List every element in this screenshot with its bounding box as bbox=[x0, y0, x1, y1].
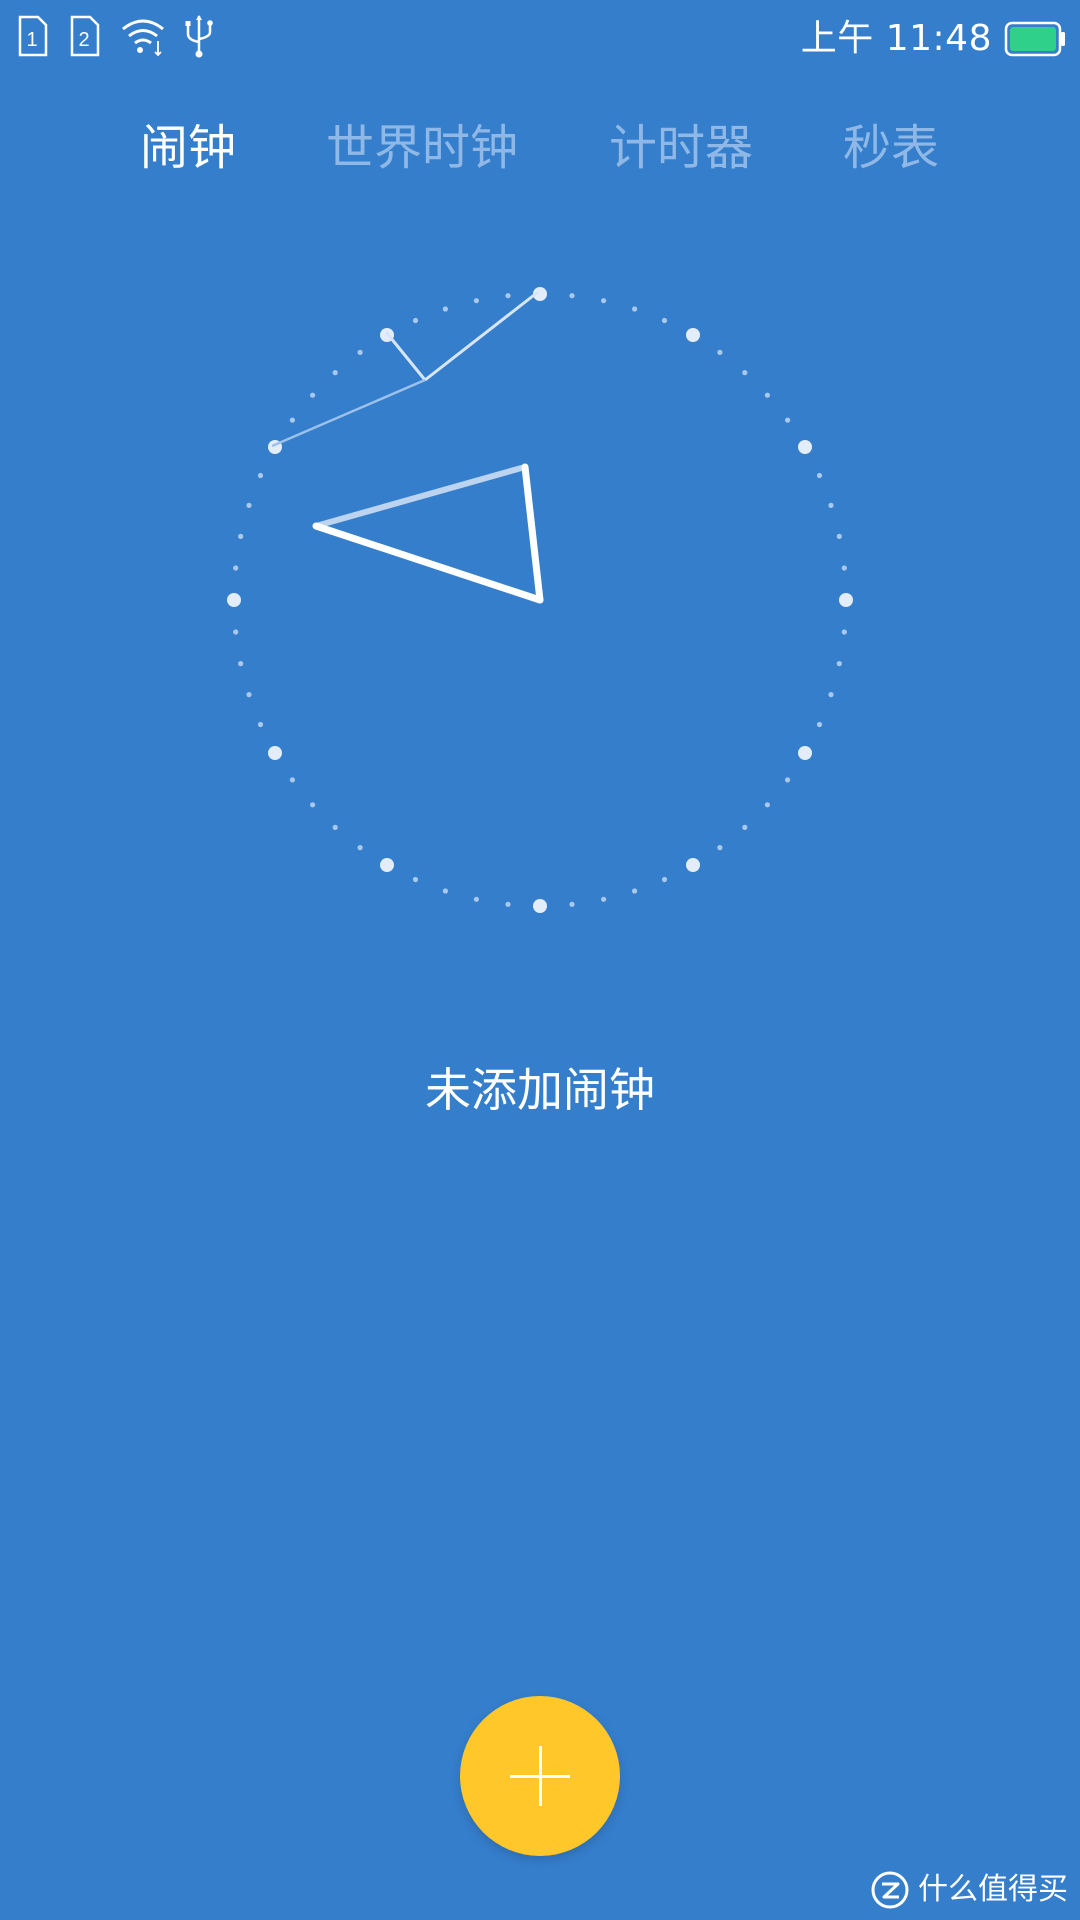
clock-minute-dot bbox=[412, 876, 419, 883]
clock-hour-dot bbox=[533, 899, 547, 913]
clock-hour-dot bbox=[686, 328, 700, 342]
tab-world-clock[interactable]: 世界时钟 bbox=[326, 108, 518, 188]
clock-line bbox=[384, 331, 427, 381]
clock-minute-dot bbox=[816, 721, 823, 728]
clock-minute-dot bbox=[785, 777, 791, 783]
tab-alarm[interactable]: 闹钟 bbox=[140, 108, 236, 188]
add-alarm-button[interactable] bbox=[460, 1696, 620, 1856]
clock-minute-dot bbox=[233, 629, 239, 635]
watermark: 什么值得买 bbox=[870, 1870, 1068, 1910]
clock-hour-dot bbox=[798, 746, 812, 760]
clock-minute-dot bbox=[289, 777, 295, 783]
watermark-text: 什么值得买 bbox=[918, 1872, 1068, 1907]
clock-minute-dot bbox=[257, 721, 264, 728]
clock-minute-dot bbox=[661, 876, 668, 883]
clock-minute-dot bbox=[764, 802, 771, 808]
clock-hand bbox=[313, 464, 528, 529]
clock-line bbox=[424, 290, 539, 382]
sim2-label: 2 bbox=[78, 29, 89, 51]
status-right: 上午 11:48 bbox=[801, 14, 1066, 64]
clock-minute-dot bbox=[836, 661, 842, 667]
clock-minute-dot bbox=[442, 888, 448, 894]
clock-minute-dot bbox=[246, 502, 252, 508]
clock-hand bbox=[312, 522, 544, 604]
clock-minute-dot bbox=[357, 349, 363, 355]
status-left: 1 2 bbox=[16, 14, 214, 58]
clock-minute-dot bbox=[257, 472, 264, 479]
clock-minute-dot bbox=[632, 888, 638, 894]
wifi-icon bbox=[122, 19, 164, 57]
zhi-logo-icon bbox=[871, 1871, 909, 1909]
clock-minute-dot bbox=[289, 417, 295, 423]
clock-minute-dot bbox=[412, 317, 419, 324]
clock-minute-dot bbox=[661, 317, 668, 324]
clock-minute-dot bbox=[569, 293, 575, 299]
clock-minute-dot bbox=[442, 306, 448, 312]
clock-minute-dot bbox=[505, 901, 511, 907]
clock-minute-dot bbox=[310, 802, 316, 808]
clock-minute-dot bbox=[632, 306, 638, 312]
clock-hour-dot bbox=[839, 593, 853, 607]
clock-minute-dot bbox=[828, 502, 834, 508]
clock-illustration bbox=[227, 287, 853, 913]
clock-minute-dot bbox=[742, 370, 748, 376]
clock-minute-dot bbox=[246, 692, 252, 698]
status-time: 上午 11:48 bbox=[800, 18, 992, 59]
clock-minute-dot bbox=[841, 565, 847, 571]
clock-hour-dot bbox=[268, 746, 282, 760]
clock-minute-dot bbox=[332, 370, 338, 376]
status-bar: 1 2 上午 11:48 bbox=[0, 0, 1080, 80]
sim1-label: 1 bbox=[26, 29, 37, 51]
clock-hour-dot bbox=[686, 858, 700, 872]
tab-stopwatch[interactable]: 秒表 bbox=[843, 108, 939, 188]
clock-minute-dot bbox=[473, 298, 479, 304]
clock-hands bbox=[312, 463, 544, 604]
clock-minute-dot bbox=[569, 901, 575, 907]
clock-minute-dot bbox=[836, 533, 842, 539]
clock-minute-dot bbox=[332, 824, 338, 831]
clock-minute-dot bbox=[816, 472, 823, 479]
clock-minute-dot bbox=[357, 845, 363, 851]
clock-minute-dot bbox=[601, 896, 607, 902]
usb-icon bbox=[185, 15, 213, 58]
sim-card-icon: 2 bbox=[70, 15, 100, 57]
clock-hour-dot bbox=[380, 858, 394, 872]
clock-hand bbox=[521, 463, 544, 604]
sim-card-icon: 1 bbox=[18, 15, 48, 57]
clock-minute-dot bbox=[742, 824, 748, 831]
clock-lines bbox=[271, 290, 539, 448]
clock-minute-dot bbox=[238, 533, 244, 539]
clock-minute-dot bbox=[717, 349, 723, 355]
tab-bar: 闹钟 世界时钟 计时器 秒表 bbox=[0, 108, 1080, 188]
clock-line bbox=[271, 378, 426, 448]
clock-minute-dot bbox=[601, 298, 607, 304]
clock-minute-dot bbox=[505, 293, 511, 299]
clock-minute-dot bbox=[841, 629, 847, 635]
clock-hour-dot bbox=[798, 440, 812, 454]
empty-alarm-message: 未添加闹钟 bbox=[425, 1063, 655, 1117]
tab-timer[interactable]: 计时器 bbox=[609, 108, 753, 188]
clock-minute-dot bbox=[717, 845, 723, 851]
battery-icon bbox=[1004, 21, 1065, 57]
clock-minute-dot bbox=[310, 392, 316, 398]
clock-hour-dot bbox=[227, 593, 241, 607]
clock-minute-dot bbox=[828, 692, 834, 698]
clock-minute-dot bbox=[238, 661, 244, 667]
clock-minute-dot bbox=[233, 565, 239, 571]
clock-minute-dot bbox=[764, 392, 771, 398]
clock-minute-dot bbox=[785, 417, 791, 423]
clock-minute-dot bbox=[473, 896, 479, 902]
